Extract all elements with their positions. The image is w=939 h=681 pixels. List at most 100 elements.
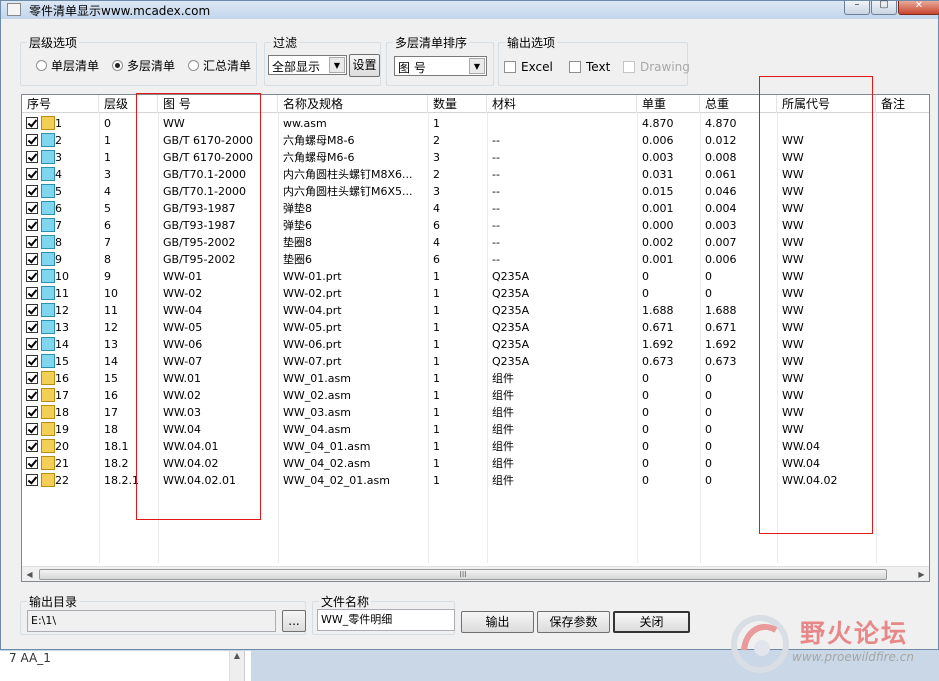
row-checkbox[interactable] — [26, 185, 38, 197]
row-checkbox[interactable] — [26, 423, 38, 435]
radio-summary-indicator[interactable] — [188, 60, 199, 71]
sort-legend: 多层清单排序 — [395, 36, 468, 50]
model-tree-item[interactable]: 7 AA_1 — [9, 651, 51, 665]
cell-qty: 1 — [433, 117, 440, 130]
cell-unit-weight: 0.015 — [642, 185, 674, 198]
radio-single-level-indicator[interactable] — [36, 60, 47, 71]
cell-seq: 10 — [55, 270, 69, 283]
output-dir-legend: 输出目录 — [29, 595, 78, 609]
row-checkbox[interactable] — [26, 202, 38, 214]
row-checkbox[interactable] — [26, 372, 38, 384]
assembly-icon — [41, 116, 55, 130]
part-icon — [41, 235, 55, 249]
cell-seq: 20 — [55, 440, 69, 453]
cell-unit-weight: 0.001 — [642, 202, 674, 215]
row-checkbox[interactable] — [26, 355, 38, 367]
minimize-button[interactable]: – — [844, 0, 870, 15]
checkbox-text-box[interactable] — [569, 61, 581, 73]
filter-legend: 过滤 — [273, 36, 298, 50]
close-window-button[interactable]: ✕ — [898, 0, 939, 15]
title-bar[interactable]: 零件清单显示www.mcadex.com – ▢ ✕ — [1, 0, 939, 19]
cell-unit-weight: 4.870 — [642, 117, 674, 130]
browse-button[interactable]: ... — [282, 610, 306, 632]
column-header[interactable]: 材料 — [487, 95, 637, 113]
cell-material: 组件 — [492, 457, 514, 470]
cell-material: Q235A — [492, 287, 530, 300]
filter-dropdown[interactable]: 全部显示 ▼ — [268, 55, 347, 75]
scroll-right-icon[interactable]: ▶ — [914, 567, 929, 581]
radio-summary[interactable]: 汇总清单 — [188, 57, 251, 74]
row-checkbox[interactable] — [26, 270, 38, 282]
row-checkbox[interactable] — [26, 117, 38, 129]
cell-name: WW_04_02_01.asm — [283, 474, 390, 487]
cell-material — [492, 115, 635, 132]
cell-qty: 1 — [433, 372, 440, 385]
row-checkbox[interactable] — [26, 389, 38, 401]
scroll-left-icon[interactable]: ◀ — [22, 567, 37, 581]
row-checkbox[interactable] — [26, 440, 38, 452]
cell-qty: 1 — [433, 270, 440, 283]
cell-qty: 3 — [433, 151, 440, 164]
row-checkbox[interactable] — [26, 134, 38, 146]
cell-qty: 1 — [433, 440, 440, 453]
chevron-down-icon[interactable]: ▼ — [469, 58, 485, 74]
row-checkbox[interactable] — [26, 304, 38, 316]
row-checkbox[interactable] — [26, 168, 38, 180]
radio-multi-level-indicator[interactable] — [112, 60, 123, 71]
watermark-title: 野火论坛 — [800, 619, 909, 648]
cell-note — [881, 149, 929, 166]
row-checkbox[interactable] — [26, 457, 38, 469]
cell-material: Q235A — [492, 338, 530, 351]
cell-name: WW-05.prt — [283, 321, 342, 334]
filter-settings-button[interactable]: 设置 — [349, 54, 380, 77]
row-checkbox[interactable] — [26, 236, 38, 248]
save-params-button[interactable]: 保存参数 — [537, 611, 610, 633]
file-name-field[interactable]: WW_零件明细 — [317, 609, 455, 631]
horizontal-scrollbar[interactable]: ◀ III ▶ — [22, 566, 929, 581]
scrollbar-thumb[interactable]: III — [39, 569, 887, 580]
cell-unit-weight: 0 — [642, 372, 649, 385]
cell-unit-weight: 1.692 — [642, 338, 674, 351]
row-checkbox[interactable] — [26, 338, 38, 350]
output-dir-field[interactable]: E:\1\ — [27, 610, 276, 632]
tree-scrollbar[interactable]: ▲ — [229, 651, 244, 681]
assembly-icon — [41, 388, 55, 402]
checkbox-excel[interactable]: Excel — [504, 60, 553, 74]
column-header[interactable]: 名称及规格 — [278, 95, 428, 113]
cell-note — [881, 234, 929, 251]
sort-dropdown[interactable]: 图 号 ▼ — [394, 56, 487, 76]
row-checkbox[interactable] — [26, 321, 38, 333]
cell-unit-weight: 1.688 — [642, 304, 674, 317]
part-icon — [41, 184, 55, 198]
cell-seq: 7 — [55, 219, 62, 232]
cell-material: -- — [492, 185, 500, 198]
row-checkbox[interactable] — [26, 151, 38, 163]
chevron-down-icon[interactable]: ▼ — [329, 57, 345, 73]
part-icon — [41, 303, 55, 317]
cell-material: 组件 — [492, 474, 514, 487]
cell-unit-weight: 0.671 — [642, 321, 674, 334]
row-checkbox[interactable] — [26, 474, 38, 486]
cell-qty: 1 — [433, 389, 440, 402]
radio-multi-level[interactable]: 多层清单 — [112, 57, 175, 74]
row-checkbox[interactable] — [26, 406, 38, 418]
column-header[interactable]: 序号 — [22, 95, 99, 113]
export-button[interactable]: 输出 — [461, 611, 534, 633]
checkbox-drawing: Drawing — [623, 60, 690, 74]
column-header[interactable]: 单重 — [637, 95, 700, 113]
close-button[interactable]: 关闭 — [613, 611, 690, 633]
row-checkbox[interactable] — [26, 287, 38, 299]
column-header[interactable]: 备注 — [876, 95, 929, 113]
row-checkbox[interactable] — [26, 253, 38, 265]
radio-single-level[interactable]: 单层清单 — [36, 57, 99, 74]
checkbox-text[interactable]: Text — [569, 60, 610, 74]
cell-name: 六角螺母M6-6 — [283, 151, 355, 164]
row-checkbox[interactable] — [26, 219, 38, 231]
file-name-legend: 文件名称 — [321, 595, 370, 609]
column-header[interactable]: 数量 — [428, 95, 487, 113]
cell-material: 组件 — [492, 440, 514, 453]
checkbox-excel-box[interactable] — [504, 61, 516, 73]
level-options-legend: 层级选项 — [29, 36, 78, 50]
cell-material: -- — [492, 202, 500, 215]
maximize-button[interactable]: ▢ — [871, 0, 897, 15]
